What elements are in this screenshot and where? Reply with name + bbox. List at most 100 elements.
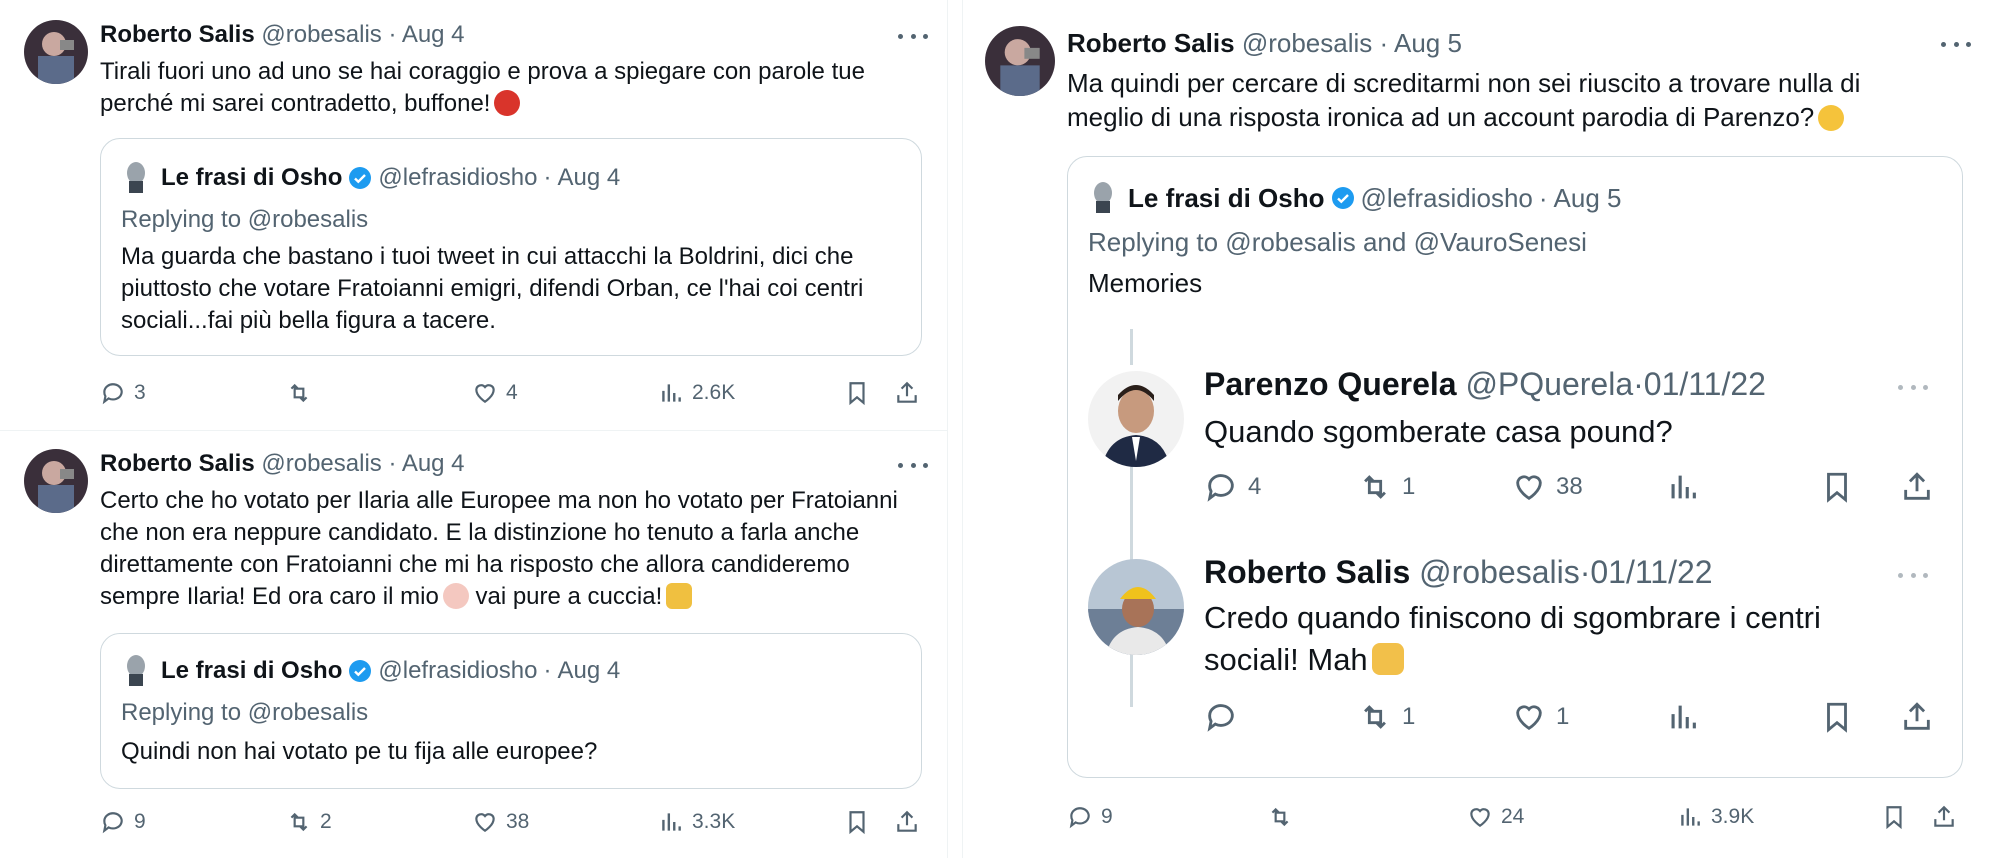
reply-button[interactable]: 9 <box>100 805 146 839</box>
share-icon <box>897 381 917 403</box>
share-button[interactable] <box>1900 467 1944 507</box>
separator-dot: · <box>543 164 552 191</box>
replying-to[interactable]: Replying to @robesalis and @VauroSenesi <box>1088 227 1587 257</box>
reply-icon <box>1207 704 1234 732</box>
avatar[interactable] <box>985 26 1055 96</box>
separator-dot: · <box>388 21 397 48</box>
quote-text: Quindi non hai votato pe tu fija alle eu… <box>121 738 598 765</box>
retweet-button[interactable]: 1 <box>1358 467 1415 507</box>
views-button[interactable]: 3.9K <box>1677 800 1754 834</box>
quoted-tweet[interactable]: Le frasi di Osho @lefrasidiosho · Aug 5 … <box>1067 156 1963 778</box>
bookmark-button[interactable] <box>1820 467 1864 507</box>
nested-author-handle[interactable]: @robesalis <box>1419 554 1580 590</box>
nested-tweet-header: Roberto Salis @robesalis·01/11/22 <box>1204 553 1713 591</box>
tweet-actions: 9 2 38 3.3K <box>100 805 922 839</box>
views-button[interactable]: 3.3K <box>658 805 735 839</box>
thinking-face-emoji-icon <box>1818 105 1845 131</box>
quote-author-name[interactable]: Le frasi di Osho <box>161 656 342 686</box>
reply-count: 9 <box>1101 805 1113 828</box>
quote-date[interactable]: Aug 5 <box>1554 183 1622 213</box>
like-button[interactable]: 4 <box>472 376 518 410</box>
reply-button[interactable]: 9 <box>1067 800 1113 834</box>
bookmark-icon <box>1827 472 1847 503</box>
reply-button[interactable] <box>1204 697 1248 737</box>
quote-author-handle[interactable]: @lefrasidiosho <box>1361 183 1533 213</box>
person-shrugging-emoji-icon <box>1371 643 1404 675</box>
quote-author-handle[interactable]: @lefrasidiosho <box>378 163 537 193</box>
separator-dot: · <box>543 657 552 684</box>
more-options-icon[interactable] <box>1898 377 1928 397</box>
quote-date[interactable]: Aug 4 <box>557 163 620 193</box>
tweet-text: Tirali fuori uno ad uno se hai coraggio … <box>100 58 865 117</box>
author-name[interactable]: Roberto Salis <box>100 21 255 48</box>
more-options-icon[interactable] <box>898 26 928 46</box>
views-button[interactable] <box>1666 467 1710 507</box>
tweet-date[interactable]: Aug 5 <box>1394 28 1462 58</box>
bookmark-button[interactable] <box>1881 800 1915 834</box>
heart-icon <box>1516 475 1542 501</box>
share-button[interactable] <box>1900 697 1944 737</box>
replying-to[interactable]: Replying to @robesalis <box>121 205 368 235</box>
tweet[interactable]: Roberto Salis @robesalis · Aug 5 Ma quin… <box>963 0 2000 858</box>
more-options-icon[interactable] <box>1898 565 1928 585</box>
bookmark-button[interactable] <box>1820 697 1864 737</box>
replying-to[interactable]: Replying to @robesalis <box>121 698 368 728</box>
quote-author-name[interactable]: Le frasi di Osho <box>161 163 342 193</box>
bookmark-button[interactable] <box>844 376 878 410</box>
more-options-icon[interactable] <box>1941 34 1971 54</box>
heart-icon <box>1516 705 1542 731</box>
views-button[interactable]: 2.6K <box>658 376 735 410</box>
author-handle[interactable]: @robesalis <box>1242 28 1372 58</box>
verified-badge-icon <box>349 167 372 189</box>
nested-avatar[interactable] <box>1088 371 1184 467</box>
views-chart-icon <box>1671 475 1696 499</box>
tweet-date[interactable]: Aug 4 <box>402 21 465 48</box>
quote-author-handle[interactable]: @lefrasidiosho <box>378 656 537 686</box>
author-handle[interactable]: @robesalis <box>261 21 381 48</box>
tweet[interactable]: Roberto Salis @robesalis · Aug 4 Certo c… <box>0 431 947 858</box>
quote-date[interactable]: Aug 4 <box>557 656 620 686</box>
nested-date[interactable]: 01/11/22 <box>1644 366 1766 402</box>
author-handle[interactable]: @robesalis <box>261 450 381 477</box>
author-name[interactable]: Roberto Salis <box>1067 28 1235 58</box>
separator-dot: · <box>1579 554 1591 590</box>
reply-button[interactable]: 3 <box>100 376 146 410</box>
like-button[interactable]: 24 <box>1467 800 1524 834</box>
like-button[interactable]: 38 <box>472 805 529 839</box>
nested-tweet-text: Credo quando finiscono di sgombrare i ce… <box>1204 600 1821 677</box>
nested-date[interactable]: 01/11/22 <box>1590 554 1712 590</box>
retweet-icon <box>1364 705 1386 729</box>
tweet[interactable]: Roberto Salis @robesalis · Aug 4 Tirali … <box>0 0 947 430</box>
nested-author-name[interactable]: Parenzo Querela <box>1204 366 1457 402</box>
more-options-icon[interactable] <box>898 455 928 475</box>
quote-author-name[interactable]: Le frasi di Osho <box>1128 183 1325 213</box>
like-button[interactable]: 1 <box>1512 697 1569 737</box>
retweet-button[interactable]: 1 <box>1358 697 1415 737</box>
retweet-count: 1 <box>1402 703 1416 730</box>
retweet-button[interactable] <box>286 376 320 410</box>
quoted-tweet[interactable]: Le frasi di Osho @lefrasidiosho · Aug 4 … <box>100 633 922 789</box>
bookmark-button[interactable] <box>844 805 878 839</box>
nested-avatar[interactable] <box>1088 559 1184 655</box>
quoted-tweet[interactable]: Le frasi di Osho @lefrasidiosho · Aug 4 … <box>100 138 922 356</box>
views-chart-icon <box>662 813 681 831</box>
nested-author-name[interactable]: Roberto Salis <box>1204 554 1410 590</box>
nested-author-handle[interactable]: @PQuerela <box>1465 366 1633 402</box>
share-icon <box>1904 472 1930 500</box>
like-button[interactable]: 38 <box>1512 467 1583 507</box>
share-button[interactable] <box>894 805 928 839</box>
avatar[interactable] <box>24 20 88 84</box>
share-button[interactable] <box>894 376 928 410</box>
view-count: 3.3K <box>692 810 736 833</box>
share-button[interactable] <box>1931 800 1965 834</box>
author-name[interactable]: Roberto Salis <box>100 450 255 477</box>
reply-icon <box>102 812 123 834</box>
clown-face-emoji-icon <box>442 583 469 609</box>
reply-button[interactable]: 4 <box>1204 467 1261 507</box>
retweet-button[interactable] <box>1267 800 1301 834</box>
tweet-actions: 9 24 3.9K <box>1067 800 1963 834</box>
tweet-date[interactable]: Aug 4 <box>402 450 465 477</box>
avatar[interactable] <box>24 449 88 513</box>
views-button[interactable] <box>1666 697 1710 737</box>
retweet-button[interactable]: 2 <box>286 805 332 839</box>
